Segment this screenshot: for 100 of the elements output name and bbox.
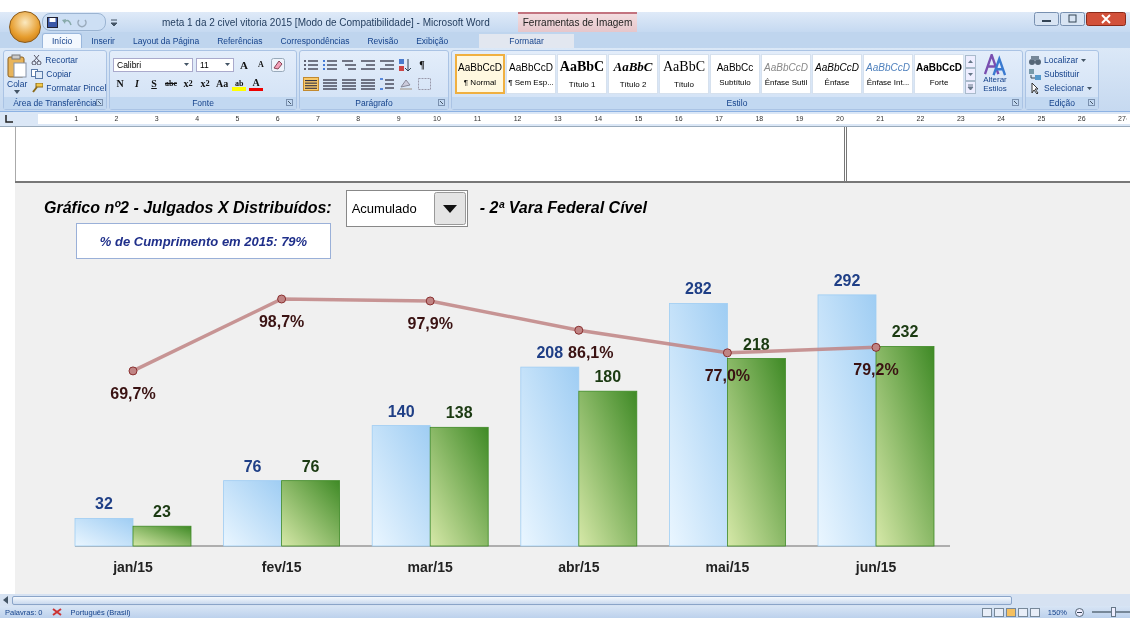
zoom-out-icon[interactable] — [1075, 607, 1084, 617]
data-label: 218 — [743, 335, 770, 353]
group-label: Edição — [1049, 98, 1075, 108]
ribbon-tab[interactable]: Correspondências — [271, 34, 359, 48]
view-mode-icon[interactable] — [993, 607, 1004, 617]
dropdown-arrow-icon[interactable] — [184, 63, 189, 66]
scrollbar-thumb[interactable] — [12, 595, 1012, 605]
show-formatting-button[interactable]: ¶ — [415, 57, 429, 72]
center-icon[interactable] — [322, 76, 338, 91]
increase-indent-icon[interactable] — [379, 57, 395, 72]
proofing-icon[interactable] — [50, 607, 63, 617]
save-icon[interactable] — [47, 16, 58, 28]
style-preset[interactable]: AaBbC Título 1 — [557, 54, 607, 94]
dropdown-arrow-icon[interactable] — [1081, 58, 1087, 62]
ribbon-tab[interactable]: Layout da Página — [123, 34, 209, 48]
dialog-launcher-icon[interactable] — [1012, 99, 1019, 106]
paste-button[interactable]: Colar — [7, 54, 28, 94]
dialog-launcher-icon[interactable] — [286, 99, 293, 106]
dialog-launcher-icon[interactable] — [1088, 99, 1095, 106]
scroll-up-icon[interactable] — [965, 54, 976, 68]
group-label: Área de Transferência — [13, 98, 97, 108]
ribbon-tab[interactable]: Inserir — [82, 34, 124, 48]
close-icon[interactable] — [1086, 12, 1126, 26]
style-name: Ênfase — [824, 77, 850, 87]
underline-button[interactable]: S — [147, 76, 161, 91]
editing-command[interactable]: Selecionar — [1029, 82, 1093, 94]
ribbon-tab[interactable]: Referências — [208, 34, 272, 48]
ribbon-tab[interactable]: Formatar — [479, 34, 574, 48]
change-styles-button[interactable]: Alterar Estilos — [977, 54, 1013, 94]
period-dropdown[interactable]: Acumulado — [345, 189, 468, 227]
strikethrough-button[interactable]: abe — [164, 76, 178, 91]
bullets-icon[interactable] — [303, 57, 319, 72]
numbering-icon[interactable] — [322, 57, 338, 72]
font-size-field[interactable]: 11 — [196, 57, 234, 72]
sort-icon[interactable] — [398, 57, 412, 72]
justify-icon[interactable] — [360, 76, 376, 91]
font-name-field[interactable]: Calibri — [113, 57, 193, 72]
ribbon-tab[interactable]: Revisão — [358, 34, 408, 48]
style-name: Subtítulo — [719, 77, 751, 87]
data-label: 86,1% — [568, 344, 614, 362]
line-spacing-icon[interactable] — [379, 76, 395, 91]
clear-formatting-icon[interactable] — [271, 57, 285, 72]
decrease-indent-icon[interactable] — [360, 57, 376, 72]
align-left-icon[interactable] — [303, 76, 319, 91]
change-case-button[interactable]: Aa — [215, 76, 230, 91]
view-mode-icon[interactable] — [1017, 607, 1028, 617]
zoom-slider-thumb[interactable] — [1110, 607, 1116, 617]
editing-command[interactable]: Substituir — [1029, 68, 1093, 80]
italic-button[interactable]: I — [130, 76, 144, 91]
style-preset[interactable]: AaBbCcD Ênfase Sutil — [761, 54, 811, 94]
clipboard-command[interactable]: Copiar — [31, 69, 107, 79]
style-name: ¶ Normal — [463, 77, 497, 87]
style-sample: AaBbCcD — [509, 61, 553, 73]
style-preset[interactable]: AaBbCcD Forte — [914, 54, 964, 94]
font-color-button[interactable]: A — [249, 76, 264, 91]
dropdown-arrow-icon[interactable] — [225, 63, 230, 66]
borders-icon[interactable] — [417, 76, 433, 91]
styles-letters-icon — [984, 54, 1006, 77]
tab-selector-icon[interactable] — [3, 113, 14, 125]
dropdown-arrow-icon[interactable] — [1087, 86, 1093, 90]
view-mode-icon[interactable] — [981, 607, 992, 617]
scroll-down-icon[interactable] — [965, 67, 976, 81]
style-preset[interactable]: AaBbC Título 2 — [608, 54, 658, 94]
clipboard-command[interactable]: Recortar — [31, 55, 107, 65]
multilevel-list-icon[interactable] — [341, 57, 357, 72]
dialog-launcher-icon[interactable] — [438, 99, 445, 106]
style-preset[interactable]: AaBbC Título — [659, 54, 709, 94]
data-label: 23 — [153, 503, 171, 521]
ribbon-tab[interactable]: Início — [42, 33, 83, 48]
style-preset[interactable]: AaBbCc Subtítulo — [710, 54, 760, 94]
scroll-left-icon[interactable] — [2, 596, 10, 604]
grow-font-button[interactable]: A — [237, 57, 251, 72]
style-name: Título 1 — [568, 80, 596, 89]
style-sample: AaBbC — [663, 59, 705, 75]
data-label: 180 — [594, 368, 622, 386]
align-right-icon[interactable] — [341, 76, 357, 91]
dropdown-arrow-icon[interactable] — [14, 90, 21, 94]
style-preset[interactable]: AaBbCcD Ênfase Int... — [863, 54, 913, 94]
view-mode-icon[interactable] — [1029, 607, 1040, 617]
bold-button[interactable]: N — [113, 76, 127, 91]
category-label: mai/15 — [705, 559, 750, 575]
style-preset[interactable]: AaBbCcD Ênfase — [812, 54, 862, 94]
style-preset[interactable]: AaBbCcD ¶ Sem Esp... — [506, 54, 556, 94]
shrink-font-button[interactable]: A — [254, 57, 268, 72]
binoculars-icon — [1029, 54, 1041, 66]
ribbon-tab[interactable]: Exibição — [407, 34, 458, 48]
more-styles-icon[interactable] — [965, 80, 976, 94]
minimize-icon[interactable] — [1034, 12, 1059, 26]
dialog-launcher-icon[interactable] — [96, 99, 103, 106]
category-label: abr/15 — [558, 559, 600, 575]
group-label: Fonte — [192, 98, 214, 108]
clipboard-command[interactable]: Formatar Pincel — [31, 83, 107, 93]
style-preset[interactable]: AaBbCcD ¶ Normal — [455, 54, 505, 94]
data-label: 292 — [833, 271, 861, 289]
customize-toolbar-icon[interactable] — [110, 18, 118, 26]
data-label: 76 — [301, 457, 320, 475]
editing-command[interactable]: Localizar — [1029, 54, 1093, 66]
contextual-tab-group: Ferramentas de Imagem — [517, 12, 638, 32]
view-mode-icon[interactable] — [1005, 607, 1016, 617]
style-name: Título — [674, 80, 694, 89]
